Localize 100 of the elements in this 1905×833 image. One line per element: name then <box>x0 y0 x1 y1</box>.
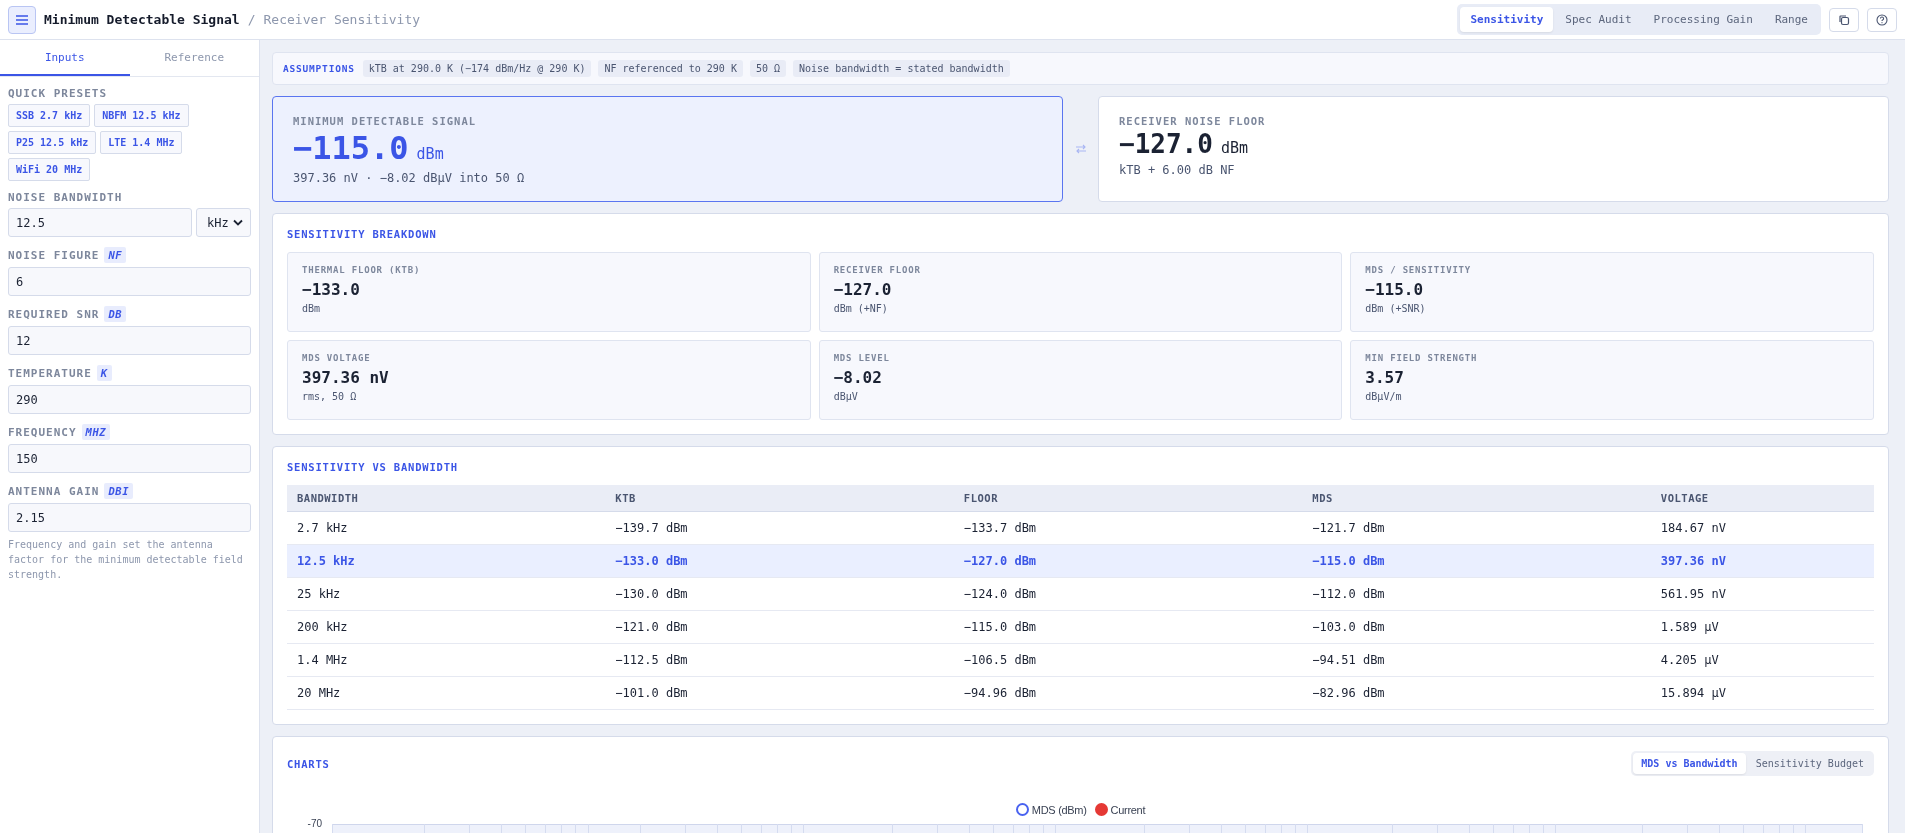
table-row[interactable]: 1.4 MHz −112.5 dBm −106.5 dBm −94.51 dBm 4.205 µV <box>287 643 1874 677</box>
unit-tag: NF <box>104 247 127 263</box>
table-cell: 25 kHz <box>287 577 606 611</box>
table-cell: 1.4 MHz <box>287 643 606 677</box>
help-button[interactable] <box>1867 7 1897 32</box>
preset-button[interactable]: WiFi 20 MHz <box>8 158 91 181</box>
metric-label: THERMAL FLOOR (KTB) <box>302 265 422 275</box>
metric-value: −8.02 <box>833 368 883 387</box>
table-cell: −115.0 dBm <box>953 610 1303 644</box>
sidebar-tab[interactable]: Inputs <box>0 40 130 76</box>
metric-value: −127.0 <box>833 280 893 299</box>
legend-label: MDS (dBm) <box>1031 803 1087 816</box>
unit-tag: DB <box>104 306 127 322</box>
table-cell: −115.0 dBm <box>1302 544 1651 578</box>
help-icon <box>1876 13 1888 26</box>
preset-button[interactable]: LTE 1.4 MHz <box>100 131 183 154</box>
table-cell: 15.894 µV <box>1650 676 1874 710</box>
assumption-chip: kTB at 290.0 K (−174 dBm/Hz @ 290 K) <box>362 60 592 77</box>
section-title: SENSITIVITY BREAKDOWN <box>287 228 438 240</box>
metric-unit: dBµV/m <box>1365 391 1403 402</box>
breadcrumb-separator: / <box>247 12 256 27</box>
field-label: NOISE BANDWIDTH <box>8 191 123 204</box>
table-cell: −139.7 dBm <box>605 511 954 545</box>
mode-tab[interactable]: Sensitivity <box>1460 7 1554 32</box>
legend-label: Current <box>1110 803 1146 816</box>
app-title: Minimum Detectable Signal <box>44 12 240 27</box>
section-title: CHARTS <box>287 757 330 770</box>
table-cell: −101.0 dBm <box>605 676 954 710</box>
assumption-chip: 50 Ω <box>749 60 786 77</box>
column-header: BANDWIDTH <box>287 485 606 512</box>
table-cell: −94.96 dBm <box>953 676 1303 710</box>
table-cell: 12.5 kHz <box>287 544 606 578</box>
metric-value: 397.36 nV <box>302 368 390 387</box>
card-detail: 397.36 nV · −8.02 dBµV into 50 Ω <box>293 171 526 185</box>
menu-icon <box>15 13 29 26</box>
input-field[interactable]: 12.5 <box>8 208 192 237</box>
table-cell: −82.96 dBm <box>1302 676 1651 710</box>
column-header: VOLTAGE <box>1650 485 1874 512</box>
table-cell: 4.205 µV <box>1650 643 1874 677</box>
metric-label: MIN FIELD STRENGTH <box>1365 353 1479 363</box>
table-row[interactable]: 20 MHz −101.0 dBm −94.96 dBm −82.96 dBm 15.894 µV <box>287 676 1874 710</box>
unit-label: dBm <box>1220 139 1248 157</box>
table-row[interactable]: 2.7 kHz −139.7 dBm −133.7 dBm −121.7 dBm 184.67 nV <box>287 511 1874 545</box>
table-cell: −121.0 dBm <box>605 610 954 644</box>
metric-value: 3.57 <box>1365 368 1405 387</box>
metric-unit: dBm (+SNR) <box>1365 303 1427 314</box>
mode-tab[interactable]: Processing Gain <box>1643 7 1763 32</box>
copy-button[interactable] <box>1829 7 1859 32</box>
card-detail: kTB + 6.00 dB NF <box>1119 163 1236 177</box>
chart-tab[interactable]: MDS vs Bandwidth <box>1633 753 1746 774</box>
chevron-down-icon <box>233 219 243 226</box>
axis-tick-label: -70 <box>306 818 322 829</box>
unit-tag: DBI <box>104 483 133 499</box>
chart-tab[interactable]: Sensitivity Budget <box>1747 753 1872 774</box>
table-cell: 1.589 µV <box>1650 610 1874 644</box>
card-label: MINIMUM DETECTABLE SIGNAL <box>293 115 478 127</box>
field-label: NOISE FIGURE <box>8 248 100 262</box>
mode-tab[interactable]: Range <box>1764 7 1818 32</box>
table-cell: 2.7 kHz <box>287 511 606 545</box>
field-label: REQUIRED SNR <box>8 307 100 321</box>
mode-tab[interactable]: Spec Audit <box>1555 7 1642 32</box>
metric-label: MDS LEVEL <box>833 353 891 363</box>
table-row[interactable]: 12.5 kHz −133.0 dBm −127.0 dBm −115.0 dBm 397.36 nV <box>287 544 1874 578</box>
table-cell: 561.95 nV <box>1650 577 1874 611</box>
sidebar-tab[interactable]: Reference <box>129 40 259 76</box>
column-header: FLOOR <box>953 485 1303 512</box>
table-cell: −124.0 dBm <box>953 577 1303 611</box>
table-cell: −103.0 dBm <box>1302 610 1651 644</box>
unit-dropdown[interactable]: kHz <box>196 208 251 237</box>
input-field[interactable]: 150 <box>8 444 251 473</box>
card-value: −127.0 <box>1119 129 1213 159</box>
table-cell: −106.5 dBm <box>953 643 1303 677</box>
table-cell: −127.0 dBm <box>953 544 1303 578</box>
table-cell: −112.0 dBm <box>1302 577 1651 611</box>
input-field[interactable]: 2.15 <box>8 503 251 532</box>
column-header: KTB <box>605 485 954 512</box>
metric-label: RECEIVER FLOOR <box>833 265 922 275</box>
menu-button[interactable] <box>8 5 36 34</box>
metric-unit: rms, 50 Ω <box>302 391 358 402</box>
preset-button[interactable]: P25 12.5 kHz <box>8 131 97 154</box>
input-field[interactable]: 290 <box>8 385 251 414</box>
metric-unit: dBm (+NF) <box>833 303 889 314</box>
field-label: FREQUENCY <box>8 425 77 439</box>
table-row[interactable]: 25 kHz −130.0 dBm −124.0 dBm −112.0 dBm 561.95 nV <box>287 577 1874 611</box>
unit-tag: K <box>96 365 112 381</box>
unit-tag: MHZ <box>81 424 111 440</box>
table-row[interactable]: 200 kHz −121.0 dBm −115.0 dBm −103.0 dBm 1.589 µV <box>287 610 1874 644</box>
table-cell: −133.0 dBm <box>605 544 954 578</box>
card-value: −115.0 <box>293 129 409 167</box>
input-field[interactable]: 6 <box>8 267 251 296</box>
input-field[interactable]: 12 <box>8 326 251 355</box>
help-text: Frequency and gain set the antenna factor for the minimum detectable field strength. <box>8 538 244 582</box>
preset-button[interactable]: SSB 2.7 kHz <box>8 104 91 127</box>
table-cell: 200 kHz <box>287 610 606 644</box>
table-cell: −130.0 dBm <box>605 577 954 611</box>
page-subtitle: Receiver Sensitivity <box>263 12 421 27</box>
section-title: SENSITIVITY VS BANDWIDTH <box>287 461 459 473</box>
table-cell: −121.7 dBm <box>1302 511 1651 545</box>
table-cell: −94.51 dBm <box>1302 643 1651 677</box>
preset-button[interactable]: NBFM 12.5 kHz <box>94 104 189 127</box>
